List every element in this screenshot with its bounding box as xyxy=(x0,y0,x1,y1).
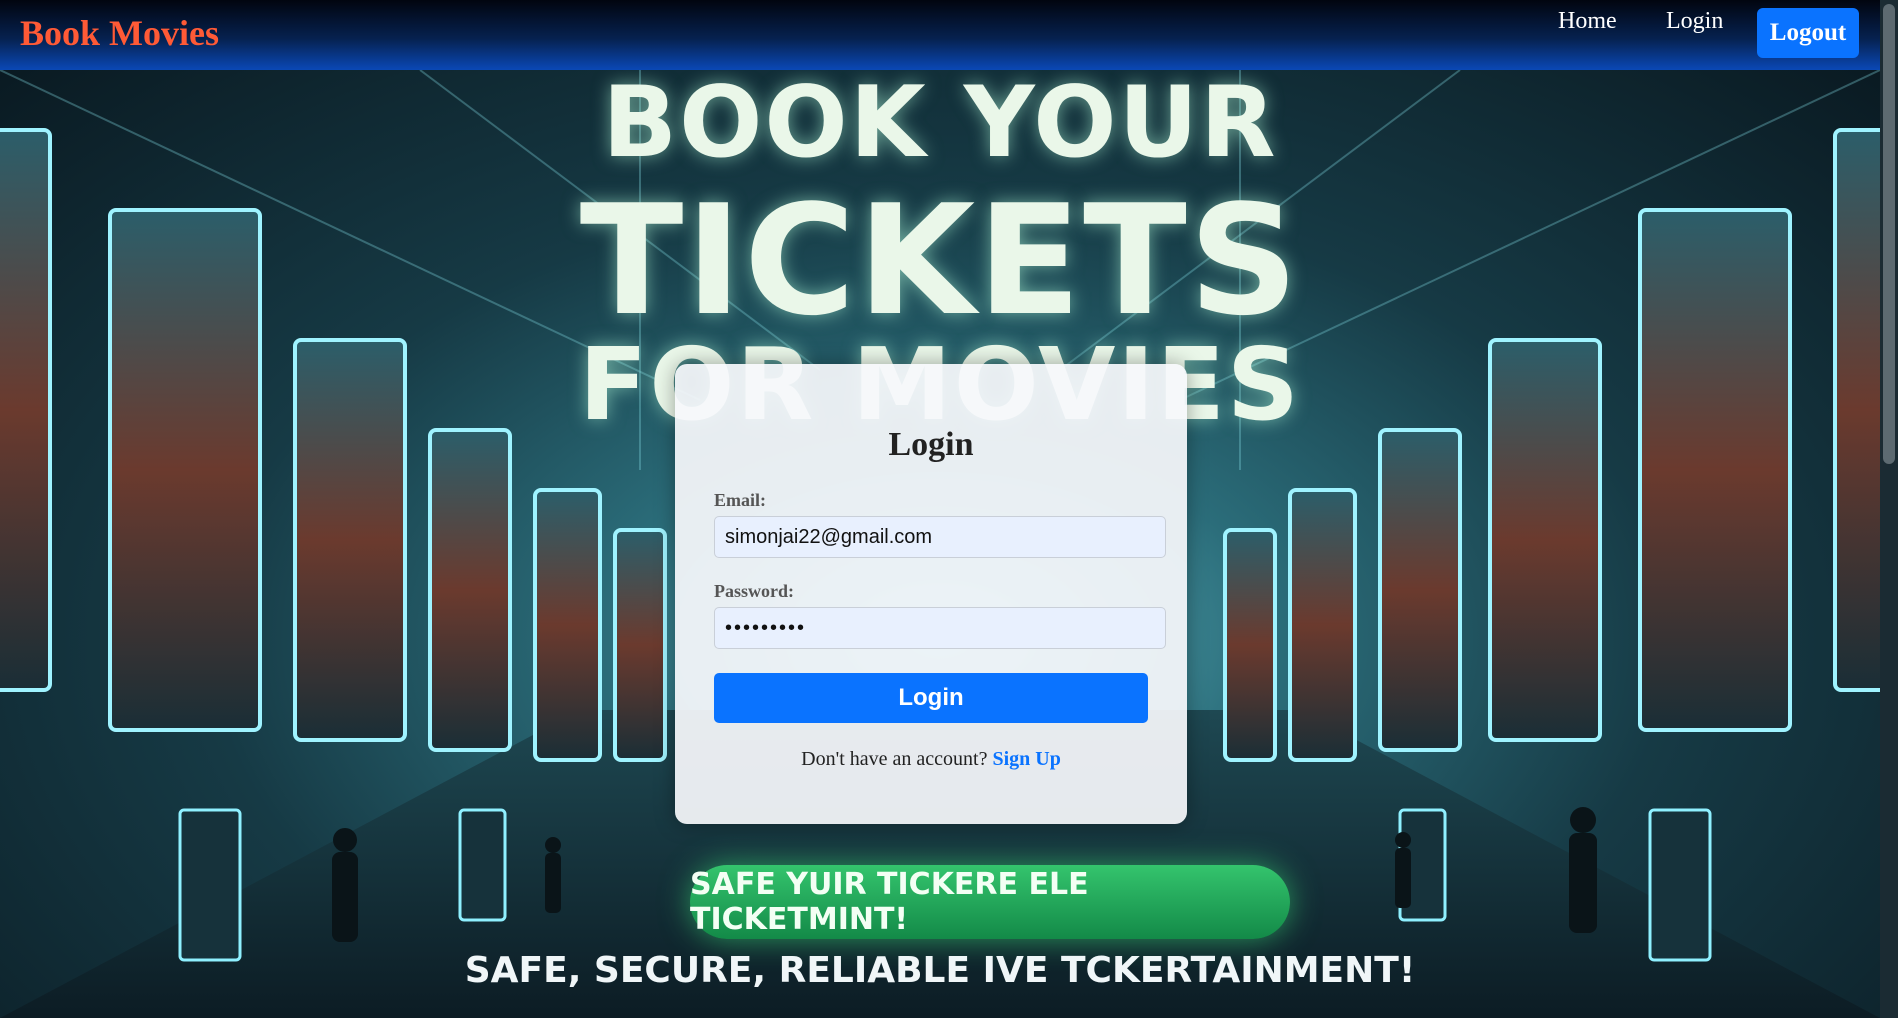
login-card: Login Email: Password: Login Don't have … xyxy=(675,364,1187,824)
hero-tagline: SAFE, SECURE, RELIABLE IVE TCKERTAINMENT… xyxy=(464,950,1416,991)
password-label: Password: xyxy=(714,581,794,601)
nav-login-link[interactable]: Login xyxy=(1666,8,1723,35)
signup-prompt-text: Don't have an account? xyxy=(801,748,988,770)
email-label: Email: xyxy=(714,490,766,510)
hero-banner: SAFE YUIR TICKERE ELE TICKETMINT! xyxy=(690,865,1290,939)
login-submit-button[interactable]: Login xyxy=(714,673,1148,723)
hero-headline-line1: BOOK YOUR xyxy=(602,70,1278,180)
logout-button[interactable]: Logout xyxy=(1757,8,1859,58)
hero-headline-line2: TICKETS xyxy=(579,172,1301,349)
navbar: Book Movies Home Login Logout xyxy=(0,0,1880,70)
password-field[interactable] xyxy=(714,607,1166,649)
signup-link[interactable]: Sign Up xyxy=(992,748,1060,770)
brand-logo[interactable]: Book Movies xyxy=(20,12,219,54)
email-field[interactable] xyxy=(714,516,1166,558)
login-title: Login xyxy=(888,426,974,463)
nav-home-link[interactable]: Home xyxy=(1558,8,1617,35)
signup-prompt-line: Don't have an account? Sign Up xyxy=(675,748,1187,771)
scrollbar-thumb[interactable] xyxy=(1883,4,1895,464)
page-scrollbar[interactable] xyxy=(1880,0,1898,1018)
